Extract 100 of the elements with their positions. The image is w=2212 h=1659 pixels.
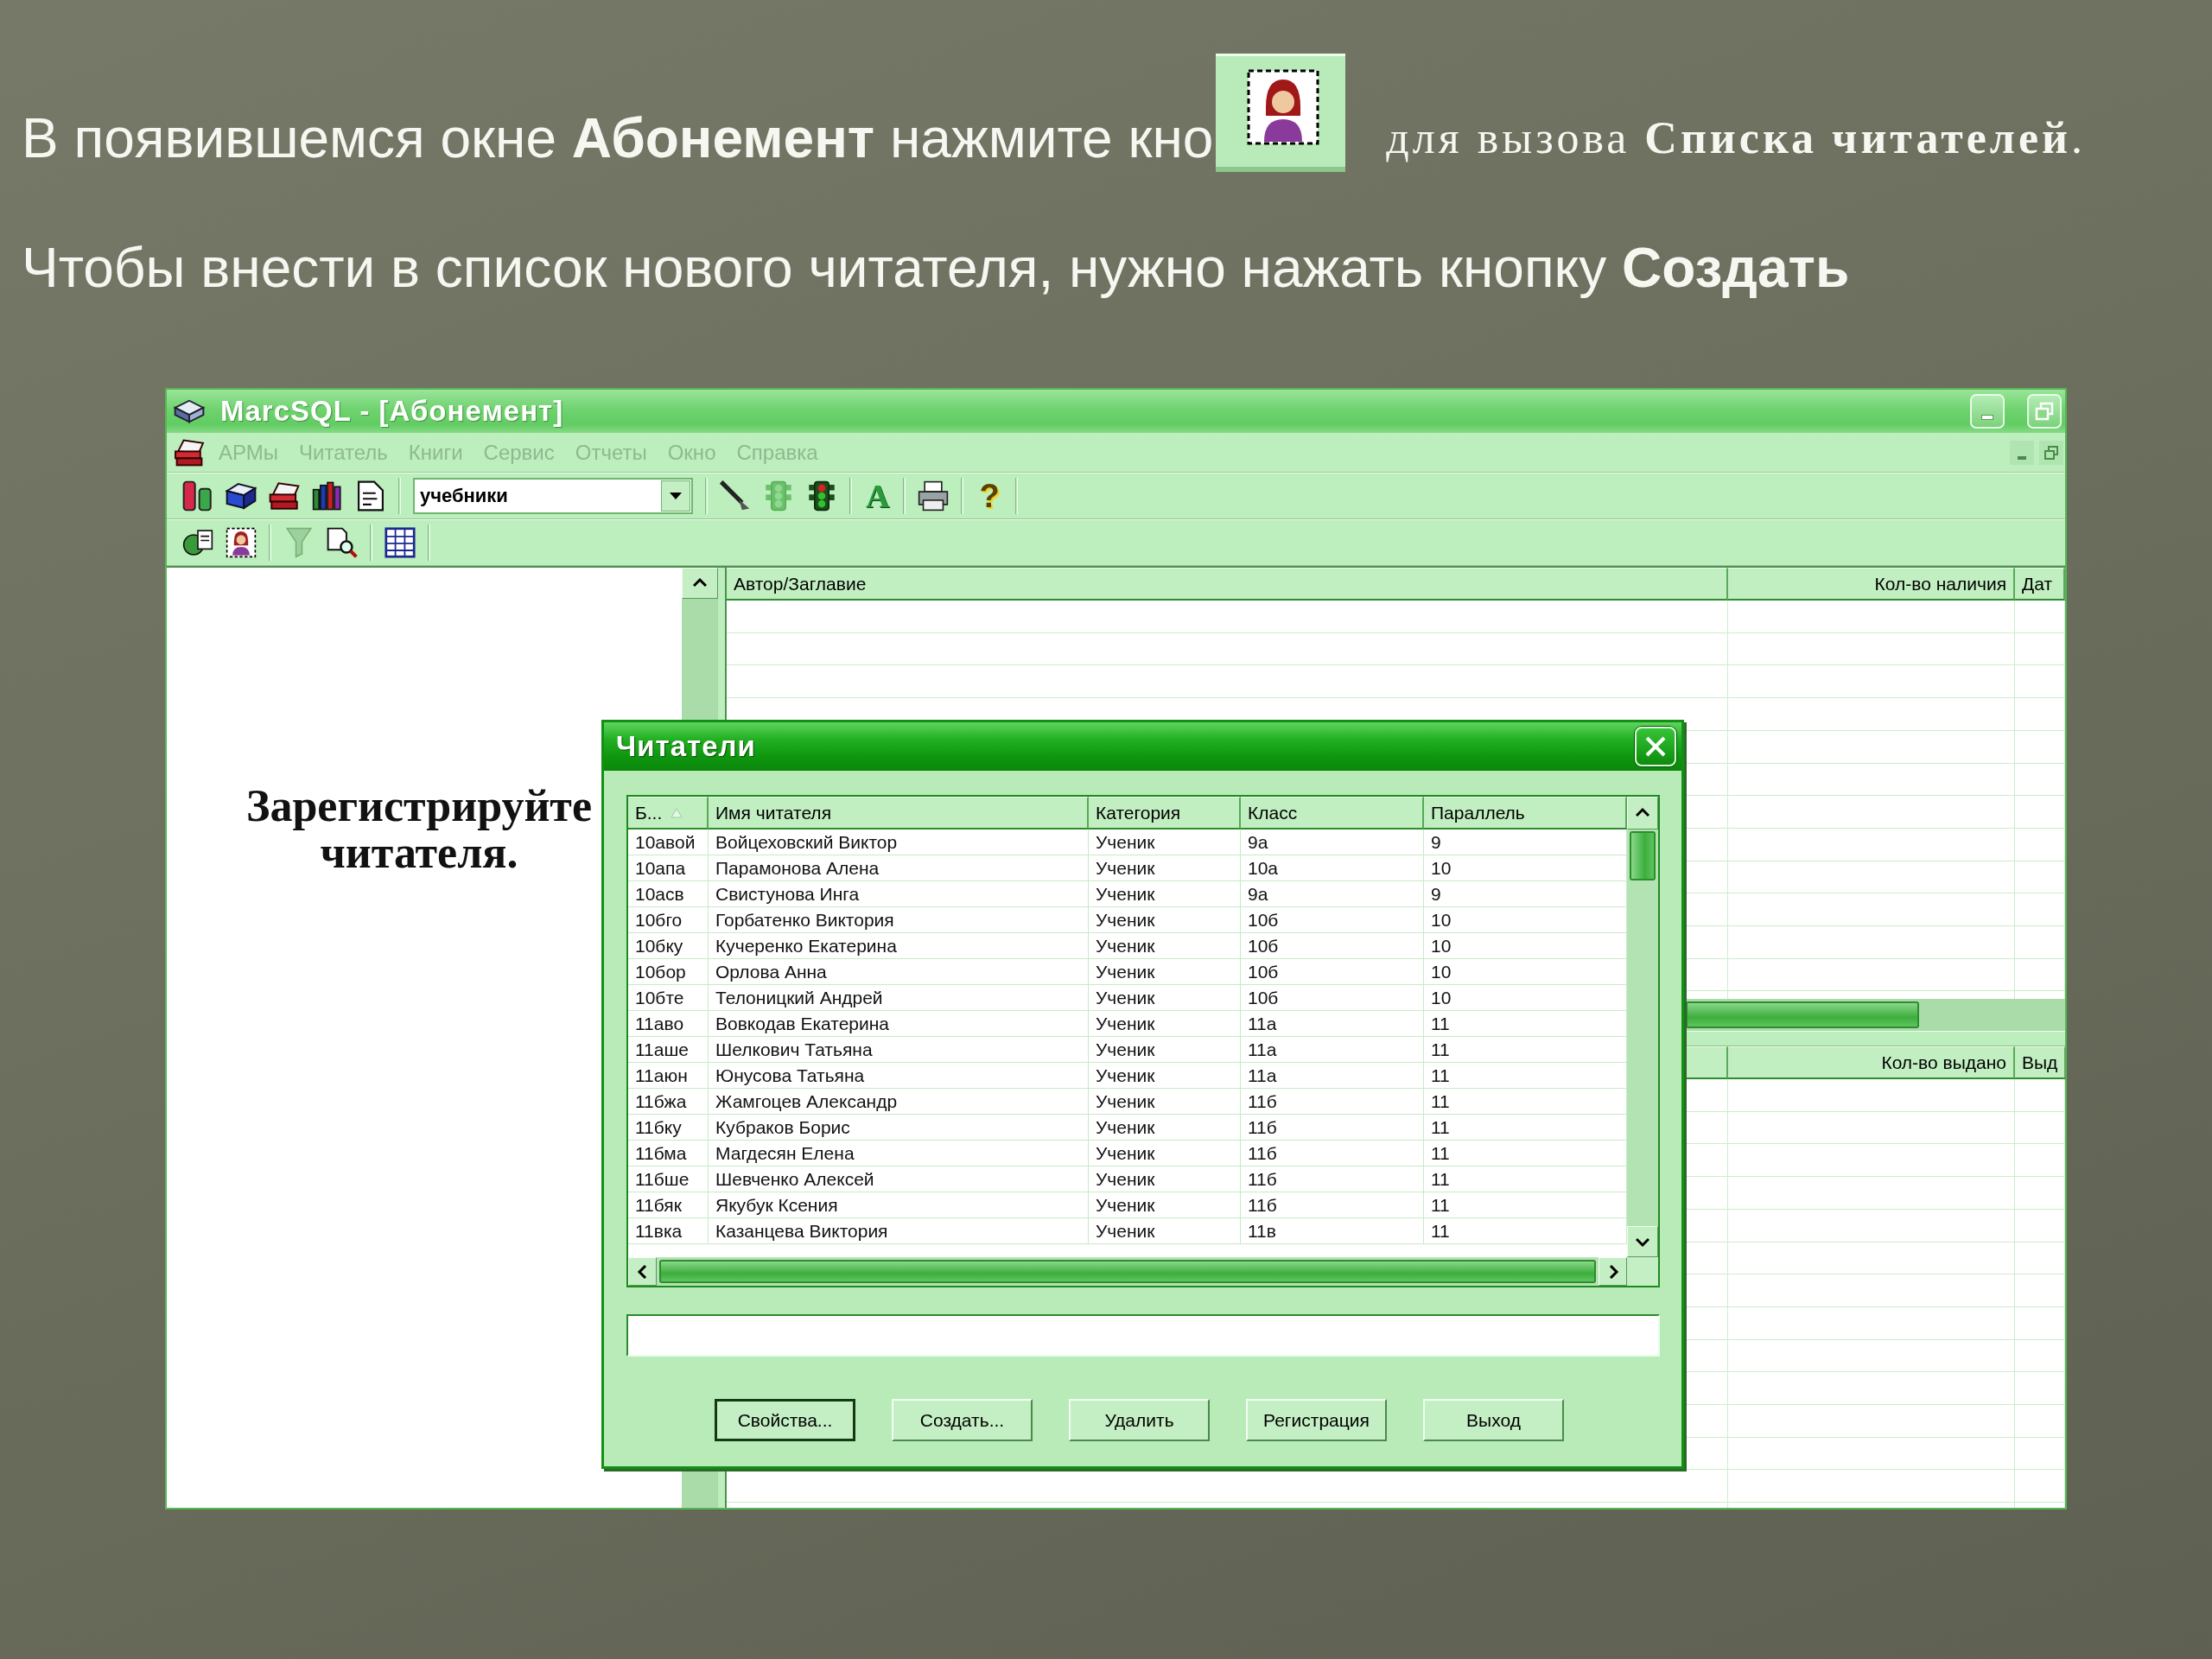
table-cell: Магдесян Елена	[709, 1141, 1089, 1166]
table-cell: 10асв	[628, 881, 709, 907]
card-stack-icon[interactable]	[269, 480, 300, 512]
table-cell: 11	[1424, 1115, 1627, 1141]
instruction-text: В появившемся окне Абонемент нажмите кно	[22, 107, 1214, 169]
category-dropdown[interactable]: учебники	[413, 478, 693, 514]
table-cell: 11бяк	[628, 1192, 709, 1218]
printer-icon[interactable]	[918, 480, 950, 512]
table-cell: 11вка	[628, 1218, 709, 1244]
table-cell: Казанцева Виктория	[709, 1218, 1089, 1244]
scrollbar-thumb[interactable]	[659, 1260, 1596, 1283]
document-search-icon[interactable]	[327, 527, 358, 558]
table-cell: Ученик	[1089, 855, 1241, 881]
column-header[interactable]: Категория	[1089, 797, 1241, 830]
table-cell: 11бма	[628, 1141, 709, 1166]
scrollbar-corner	[1627, 1257, 1658, 1286]
table-cell: 11	[1424, 1192, 1627, 1218]
table-cell: Кубраков Борис	[709, 1115, 1089, 1141]
table-cell: 11	[1424, 1166, 1627, 1192]
traffic-light-icon[interactable]	[806, 480, 837, 512]
dialog-button[interactable]: Удалить	[1069, 1399, 1210, 1441]
table-cell: Ученик	[1089, 907, 1241, 933]
table-cell: 9	[1424, 881, 1627, 907]
table-cell: Ученик	[1089, 933, 1241, 959]
table-cell: Ученик	[1089, 1166, 1241, 1192]
table-cell: Жамгоцев Александр	[709, 1089, 1089, 1115]
person-portrait-icon[interactable]	[226, 527, 257, 558]
scroll-up-button[interactable]	[682, 568, 718, 599]
close-button[interactable]	[1635, 727, 1676, 766]
table-cell: Ученик	[1089, 1218, 1241, 1244]
table-cell: 10	[1424, 985, 1627, 1011]
dialog-button[interactable]: Создать...	[892, 1399, 1033, 1441]
table-cell: 10бку	[628, 933, 709, 959]
table-cell: Ученик	[1089, 1141, 1241, 1166]
card-box-icon[interactable]	[226, 480, 257, 512]
table-cell: Ученик	[1089, 985, 1241, 1011]
table-cell: Ученик	[1089, 830, 1241, 855]
table-cell: 11	[1424, 1063, 1627, 1089]
table-cell: Ученик	[1089, 881, 1241, 907]
column-header[interactable]: Автор/Заглавие	[727, 568, 1728, 601]
table-cell: 11б	[1241, 1166, 1424, 1192]
card-stack-icon	[174, 438, 205, 467]
restore-button[interactable]	[2039, 440, 2063, 465]
table-cell: 10апа	[628, 855, 709, 881]
table-cell: 11аше	[628, 1037, 709, 1063]
dialog-button[interactable]: Свойства...	[715, 1399, 855, 1441]
minimize-button[interactable]	[2010, 440, 2034, 465]
scroll-left-button[interactable]	[628, 1257, 657, 1286]
table-cell: 11б	[1241, 1141, 1424, 1166]
message-text: Зарегистрируйте читателя.	[246, 783, 592, 876]
table-cell: Якубук Ксения	[709, 1192, 1089, 1218]
table-cell: 11	[1424, 1218, 1627, 1244]
table-cell: Ученик	[1089, 1192, 1241, 1218]
column-header[interactable]: Параллель	[1424, 797, 1627, 830]
pen-icon[interactable]	[720, 480, 751, 512]
table-icon[interactable]	[385, 527, 416, 558]
table-cell: Свистунова Инга	[709, 881, 1089, 907]
column-header[interactable]: Класс	[1241, 797, 1424, 830]
help-button[interactable]: ?	[976, 479, 1003, 513]
scroll-up-button[interactable]	[1627, 797, 1658, 830]
scrollbar-thumb[interactable]	[1686, 1001, 1919, 1028]
card-icon[interactable]	[182, 527, 213, 558]
table-cell: Вовкодав Екатерина	[709, 1011, 1089, 1037]
window-title: MarcSQL - [Абонемент]	[220, 395, 565, 428]
table-cell: 11а	[1241, 1037, 1424, 1063]
scrollbar-thumb[interactable]	[1630, 831, 1656, 880]
scroll-right-button[interactable]	[1599, 1257, 1627, 1286]
input-field[interactable]	[626, 1314, 1660, 1357]
column-header[interactable]: Кол-во наличия	[1728, 568, 2015, 601]
table-cell: 11в	[1241, 1218, 1424, 1244]
table-cell: 11а	[1241, 1063, 1424, 1089]
table-cell: Ученик	[1089, 1115, 1241, 1141]
table-cell: Ученик	[1089, 959, 1241, 985]
document-icon[interactable]	[355, 480, 386, 512]
books-icon[interactable]	[182, 480, 213, 512]
table-cell: 11бше	[628, 1166, 709, 1192]
table-cell: 11	[1424, 1011, 1627, 1037]
close-icon	[1644, 735, 1667, 758]
table-cell: 10б	[1241, 907, 1424, 933]
dialog-button[interactable]: Выход	[1423, 1399, 1564, 1441]
table-cell: 11б	[1241, 1192, 1424, 1218]
scroll-down-button[interactable]	[1627, 1226, 1658, 1257]
column-header[interactable]: Выд	[2015, 1046, 2067, 1079]
table-cell: 11	[1424, 1037, 1627, 1063]
table-cell: Ученик	[1089, 1089, 1241, 1115]
table-cell: 9	[1424, 830, 1627, 855]
dialog-button[interactable]: Регистрация	[1246, 1399, 1387, 1441]
table-cell: 11а	[1241, 1011, 1424, 1037]
column-header[interactable]: Дат	[2015, 568, 2065, 601]
column-header[interactable]: Имя читателя	[709, 797, 1089, 830]
column-header[interactable]: Б...	[628, 797, 709, 830]
column-header[interactable]: Кол-во выдано	[1728, 1046, 2015, 1079]
table-cell: 10а	[1241, 855, 1424, 881]
minimize-button[interactable]	[1970, 394, 2005, 429]
table-cell: Телоницкий Андрей	[709, 985, 1089, 1011]
bookshelf-icon[interactable]	[312, 480, 343, 512]
instruction-text: Чтобы внести в список нового читателя, нужно нажать кнопку Создать	[22, 237, 1850, 299]
table-cell: 10	[1424, 933, 1627, 959]
table-cell: 9а	[1241, 881, 1424, 907]
table-cell: Кучеренко Екатерина	[709, 933, 1089, 959]
